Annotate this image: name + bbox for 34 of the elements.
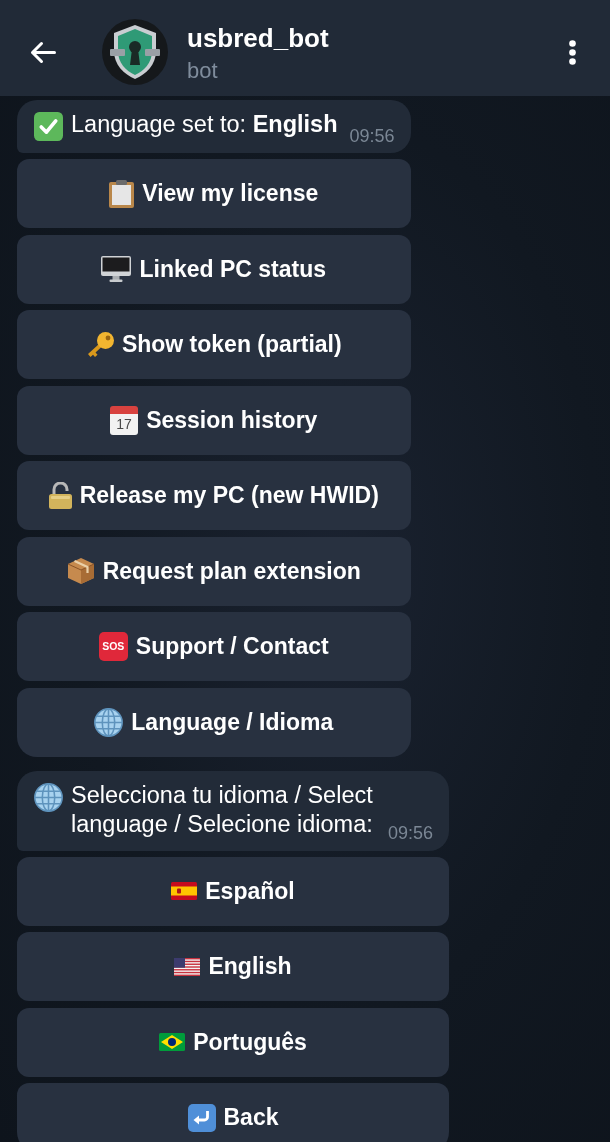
keyboard-button[interactable]: English <box>17 932 449 1001</box>
clipboard-icon <box>109 179 135 208</box>
check-mark-icon <box>34 112 63 141</box>
globe-icon <box>94 707 124 737</box>
chat-title: usbred_bot <box>187 23 329 53</box>
keyboard-button[interactable]: Español <box>17 856 449 926</box>
keyboard-button[interactable]: Release my PC (new HWID) <box>17 461 411 530</box>
calendar-page: 17 <box>110 405 139 435</box>
keyboard-button[interactable]: Show token (partial) <box>17 310 411 379</box>
keyboard-button[interactable]: Back <box>17 1083 449 1142</box>
brazil-flag-icon <box>159 1033 186 1051</box>
keyboard-button[interactable]: SOS Support / Contact <box>17 612 411 681</box>
us-flag-icon <box>174 957 201 976</box>
keyboard-button[interactable]: 17 Session history <box>17 385 411 455</box>
keyboard-button[interactable]: Language / Idioma <box>17 687 411 757</box>
shield-avatar-icon[interactable] <box>102 19 168 85</box>
message-time: 09:56 <box>349 126 395 145</box>
message-text: Language set to: English <box>71 110 338 139</box>
keyboard-button[interactable]: Português <box>17 1007 449 1077</box>
keyboard-button[interactable]: Linked PC status <box>17 234 411 304</box>
keyboard-button[interactable]: Request plan extension <box>17 536 411 606</box>
package-box-icon <box>66 557 95 585</box>
chat-subtitle: bot <box>187 58 218 84</box>
message-time: 09:56 <box>387 824 433 842</box>
globe-icon <box>34 782 63 812</box>
padlock-icon <box>48 482 72 509</box>
spain-flag-icon <box>171 882 198 900</box>
key-icon <box>85 331 114 358</box>
keyboard-button[interactable]: View my license <box>17 159 411 228</box>
message-text: Selecciona tu idioma / Select language / Selecione idioma: <box>71 780 374 839</box>
sos-label: SOS <box>98 632 128 661</box>
monitor-icon <box>101 256 132 282</box>
more-options-icon[interactable] <box>569 39 576 65</box>
back-arrow-icon[interactable] <box>30 40 56 64</box>
